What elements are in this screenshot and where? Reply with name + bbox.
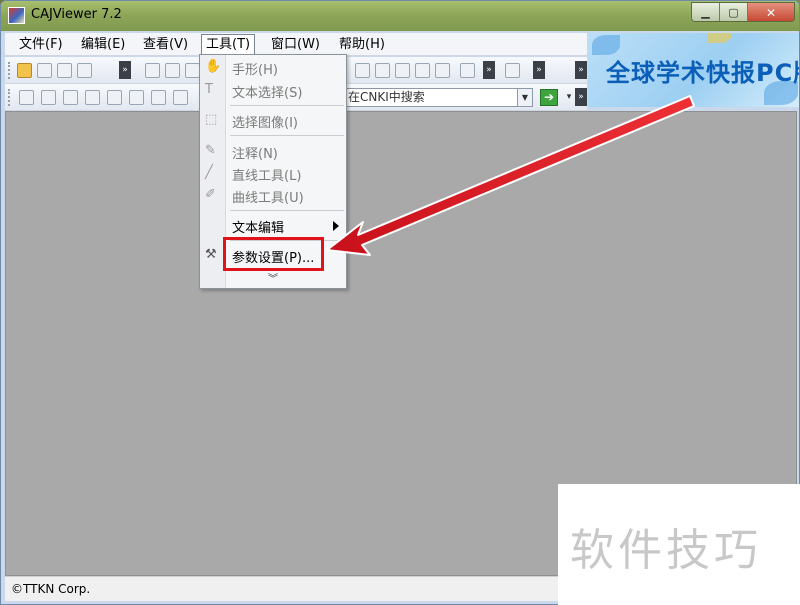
image-select-icon[interactable] [85, 90, 100, 105]
pointer-icon[interactable] [41, 90, 56, 105]
search-input-value: 在CNKI中搜索 [348, 90, 425, 104]
menu-view[interactable]: 查看(V) [139, 35, 192, 54]
text-select-icon[interactable] [63, 90, 78, 105]
menu-window[interactable]: 窗口(W) [267, 35, 324, 54]
mail-icon[interactable] [77, 63, 92, 78]
hand-icon: ✋ [205, 59, 222, 74]
page-single-icon[interactable] [145, 63, 160, 78]
print-icon[interactable] [57, 63, 72, 78]
menu-bar: 文件(F) 编辑(E) 查看(V) 工具(T) 窗口(W) 帮助(H) [5, 33, 587, 56]
status-copyright: ©TTKN Corp. [11, 582, 91, 596]
maximize-button[interactable]: ▢ [720, 3, 748, 21]
page-paste-icon[interactable] [395, 63, 410, 78]
highlight-annotation-box [223, 237, 324, 271]
menu-item-select-image[interactable]: 选择图像(I) [232, 112, 298, 131]
tools-icon: ⚒ [205, 247, 217, 262]
promo-banner[interactable]: 全球学术快报PC版 [588, 33, 800, 107]
minimize-button[interactable]: ▁ [692, 3, 720, 21]
first-page-icon[interactable] [505, 63, 520, 78]
hand-icon[interactable] [19, 90, 34, 105]
zoom-icon[interactable] [460, 63, 475, 78]
menu-item-text-select[interactable]: 文本选择(S) [232, 82, 302, 101]
close-button[interactable]: ✕ [748, 3, 794, 21]
menu-help[interactable]: 帮助(H) [335, 35, 389, 54]
window-controls: ▁ ▢ ✕ [691, 2, 795, 22]
annotation-icon: ✎ [205, 143, 216, 158]
highlight-icon[interactable] [173, 90, 188, 105]
line-tool-icon: ╱ [205, 165, 213, 180]
page-view-icon[interactable] [355, 63, 370, 78]
annotation-icon[interactable] [129, 90, 144, 105]
submenu-arrow-icon [333, 221, 339, 231]
toolbar-overflow-chevron-icon[interactable]: » [483, 61, 495, 79]
menu-file[interactable]: 文件(F) [15, 35, 67, 54]
toolbar-overflow-chevron-icon[interactable]: » [119, 61, 131, 79]
zoom-out-icon[interactable] [415, 63, 430, 78]
image-select-icon: ⬚ [205, 112, 218, 127]
search-input[interactable]: 在CNKI中搜索 ▼ [343, 88, 533, 107]
menu-item-text-edit[interactable]: 文本编辑 [232, 217, 284, 236]
save-icon[interactable] [37, 63, 52, 78]
menu-item-line-tool[interactable]: 直线工具(L) [232, 165, 301, 184]
watermark-text: 软件技巧 [570, 525, 762, 576]
zoom-in-icon[interactable] [435, 63, 450, 78]
menu-separator [230, 135, 344, 136]
menu-tools[interactable]: 工具(T) [201, 34, 256, 55]
leaf-decoration [708, 33, 732, 43]
menu-separator [230, 210, 344, 211]
toolbar-overflow-chevron-icon[interactable]: » [575, 88, 587, 106]
menu-item-annotation[interactable]: 注释(N) [232, 143, 278, 162]
curve-tool-icon: ✐ [205, 187, 216, 202]
app-logo-icon [8, 7, 25, 24]
toolbar-grip[interactable] [8, 89, 11, 106]
window-title: CAJViewer 7.2 [31, 7, 122, 22]
search-go-button[interactable]: ➔ [540, 89, 558, 106]
watermark-panel: 软件技巧 [558, 484, 800, 605]
page-copy-icon[interactable] [375, 63, 390, 78]
menu-separator [230, 105, 344, 106]
toolbar-grip[interactable] [8, 62, 11, 79]
page-fit-icon[interactable] [165, 63, 180, 78]
menu-item-hand[interactable]: 手形(H) [232, 59, 278, 78]
page-width-icon[interactable] [185, 63, 200, 78]
toolbar-overflow-chevron-icon[interactable]: » [575, 61, 587, 79]
ocr-icon[interactable] [107, 90, 122, 105]
go-dropdown-arrow-icon[interactable]: ▾ [563, 88, 575, 106]
menu-item-curve-tool[interactable]: 曲线工具(U) [232, 187, 304, 206]
open-icon[interactable] [17, 63, 32, 78]
banner-title: 全球学术快报PC版 [606, 59, 800, 87]
leaf-decoration [592, 35, 620, 55]
menu-expand-chevron-icon[interactable]: ︾ [268, 270, 278, 285]
text-select-icon: T [205, 82, 213, 97]
search-dropdown-arrow-icon[interactable]: ▼ [517, 89, 532, 106]
menu-edit[interactable]: 编辑(E) [77, 35, 129, 54]
title-bar[interactable]: CAJViewer 7.2 ▁ ▢ ✕ [1, 1, 799, 31]
bookmark-icon[interactable] [151, 90, 166, 105]
toolbar-overflow-chevron-icon[interactable]: » [533, 61, 545, 79]
